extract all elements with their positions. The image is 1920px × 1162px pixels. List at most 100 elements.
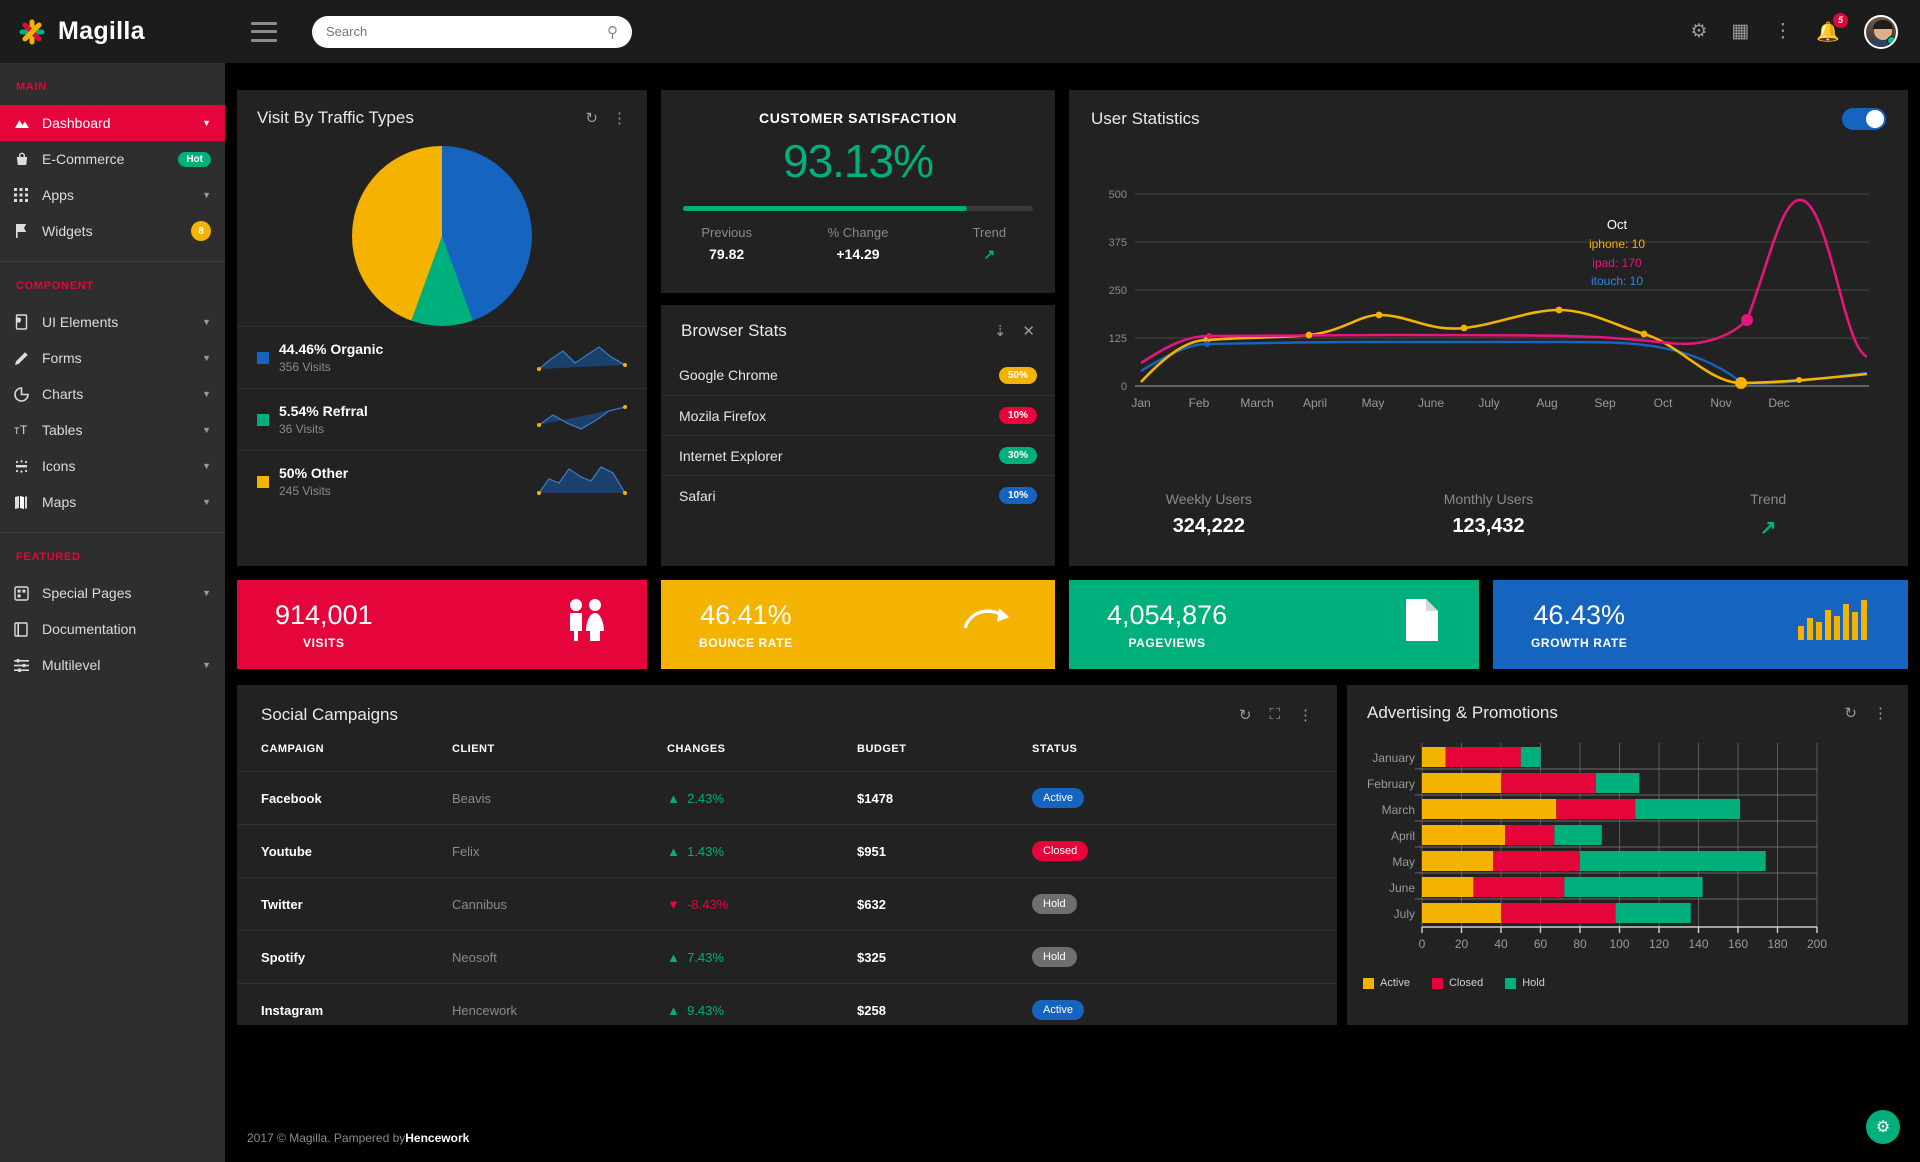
sidebar-item-documentation[interactable]: Documentation <box>0 611 225 647</box>
refresh-icon[interactable]: ↻ <box>1844 704 1857 722</box>
stat-tile-pageviews[interactable]: 4,054,876 PAGEVIEWS <box>1069 580 1479 669</box>
svg-text:160: 160 <box>1728 937 1748 951</box>
svg-text:Jan: Jan <box>1131 396 1150 410</box>
color-swatch-icon <box>1431 977 1443 989</box>
table-row[interactable]: Youtube Felix ▲ 1.43% $951 Closed <box>237 824 1337 878</box>
stat-tile-growth-rate[interactable]: 46.43% GROWTH RATE <box>1493 580 1908 669</box>
search-input[interactable] <box>326 24 607 39</box>
sidebar-item-label: E-Commerce <box>42 151 125 167</box>
pencil-icon <box>14 351 42 366</box>
sidebar-item-multilevel[interactable]: Multilevel ▼ <box>0 647 225 683</box>
sidebar-item-label: Charts <box>42 386 84 402</box>
footer-text: 2017 © Magilla. Pampered by <box>247 1131 406 1145</box>
user-statistics-card: User Statistics 500 375 250 125 0 Jan Fe… <box>1069 90 1908 566</box>
stat-label: % Change <box>827 225 889 240</box>
user-statistics-chart: 500 375 250 125 0 Jan Feb March April Ma… <box>1069 142 1908 432</box>
svg-text:0: 0 <box>1419 937 1426 951</box>
brand-name: Magilla <box>58 17 145 45</box>
tooltip-ipad: ipad: 170 <box>1592 255 1642 270</box>
svg-text:July: July <box>1394 907 1415 921</box>
svg-text:February: February <box>1367 777 1415 791</box>
badge-count: 8 <box>191 221 211 241</box>
table-row[interactable]: Spotify Neosoft ▲ 7.43% $325 Hold <box>237 930 1337 984</box>
bar-chart-icon <box>1798 600 1870 649</box>
avatar[interactable] <box>1864 14 1898 49</box>
traffic-pie-chart <box>237 128 647 326</box>
cell-campaign: Facebook <box>237 771 452 825</box>
table-row[interactable]: Twitter Cannibus ▼ -8.43% $632 Hold <box>237 877 1337 931</box>
gear-icon[interactable]: ⚙ <box>1690 20 1707 43</box>
tile-label: GROWTH RATE <box>1531 635 1628 650</box>
sidebar-item-tables[interactable]: TT Tables ▼ <box>0 412 225 448</box>
sidebar-item-maps[interactable]: Maps ▼ <box>0 484 225 520</box>
map-icon <box>14 495 42 510</box>
svg-text:June: June <box>1418 396 1444 410</box>
table-row[interactable]: Facebook Beavis ▲ 2.43% $1478 Active <box>237 771 1337 825</box>
svg-text:Nov: Nov <box>1710 396 1731 410</box>
table-row[interactable]: Instagram Hencework ▲ 9.43% $258 Active <box>237 983 1337 1036</box>
cell-budget: $632 <box>857 877 1032 931</box>
browser-row[interactable]: Internet Explorer 30% <box>661 435 1055 475</box>
sidebar-item-ecommerce[interactable]: E-Commerce Hot <box>0 141 225 177</box>
sidebar-item-charts[interactable]: Charts ▼ <box>0 376 225 412</box>
people-icon <box>561 598 609 651</box>
stat-tile-bounce-rate[interactable]: 46.41% BOUNCE RATE <box>661 580 1055 669</box>
tile-value: 46.41% <box>700 599 792 630</box>
refresh-icon[interactable]: ↻ <box>1239 706 1252 724</box>
vertical-dots-icon[interactable]: ⋮ <box>1773 20 1792 43</box>
cell-client: Hencework <box>452 983 667 1036</box>
legend-label: 50% Other <box>279 465 349 481</box>
sparkline-chart <box>537 339 627 377</box>
expand-icon[interactable]: ⛶ <box>1269 706 1280 724</box>
status-badge: Hold <box>1032 947 1077 967</box>
svg-text:60: 60 <box>1534 937 1548 951</box>
browser-row[interactable]: Mozila Firefox 10% <box>661 395 1055 435</box>
browser-percent-badge: 30% <box>998 447 1037 464</box>
book-icon <box>14 621 42 637</box>
sidebar-item-special-pages[interactable]: Special Pages ▼ <box>0 575 225 611</box>
settings-fab-button[interactable]: ⚙ <box>1866 1110 1900 1144</box>
user-statistics-toggle[interactable] <box>1842 108 1886 130</box>
grid-apps-icon[interactable]: ▦ <box>1731 20 1749 43</box>
search-icon[interactable]: ⚲ <box>607 23 618 41</box>
browser-row[interactable]: Safari 10% <box>661 475 1055 515</box>
notification-count: 5 <box>1833 12 1848 28</box>
vertical-dots-icon[interactable]: ⋮ <box>612 109 627 127</box>
sidebar-item-ui-elements[interactable]: UI Elements ▼ <box>0 304 225 340</box>
svg-text:0: 0 <box>1121 381 1127 393</box>
sidebar-item-icons[interactable]: Icons ▼ <box>0 448 225 484</box>
cell-status: Active <box>1032 771 1337 825</box>
card-title: User Statistics <box>1091 109 1200 128</box>
close-icon[interactable]: ✕ <box>1022 322 1035 340</box>
svg-text:April: April <box>1391 829 1415 843</box>
sidebar-item-forms[interactable]: Forms ▼ <box>0 340 225 376</box>
stat-tile-visits[interactable]: 914,001 VISITS <box>237 580 647 669</box>
column-header-changes: CHANGES <box>667 743 726 755</box>
legend-item-referral[interactable]: 5.54% Refrral 36 Visits <box>237 388 647 450</box>
sidebar-item-apps[interactable]: Apps ▼ <box>0 177 225 213</box>
asterisk-logo-icon <box>18 18 46 46</box>
refresh-icon[interactable]: ↻ <box>585 109 598 127</box>
sidebar-section-main: MAIN <box>16 81 47 93</box>
sidebar-item-label: Maps <box>42 494 77 510</box>
table-header-row: CAMPAIGN CLIENT CHANGES BUDGET STATUS <box>237 743 1337 772</box>
sidebar-item-widgets[interactable]: Widgets 8 <box>0 213 225 249</box>
search-box[interactable]: ⚲ <box>312 15 632 48</box>
bell-icon[interactable]: 🔔 5 <box>1816 12 1848 44</box>
hamburger-icon[interactable] <box>251 21 277 42</box>
legend-item-organic[interactable]: 44.46% Organic 356 Visits <box>237 326 647 388</box>
sidebar-item-label: Apps <box>42 187 74 203</box>
cell-campaign: Youtube <box>237 824 452 878</box>
curved-arrow-icon <box>961 602 1017 647</box>
cell-client: Beavis <box>452 771 667 825</box>
pages-icon <box>14 585 42 601</box>
sidebar-item-dashboard[interactable]: Dashboard ▼ <box>0 105 225 141</box>
chevron-down-icon: ▼ <box>202 317 211 327</box>
sidebar-section-component: COMPONENT <box>16 280 94 292</box>
vertical-dots-icon[interactable]: ⋮ <box>1298 706 1313 724</box>
brand[interactable]: Magilla <box>0 0 225 63</box>
download-icon[interactable]: ⇣ <box>994 322 1007 340</box>
legend-item-other[interactable]: 50% Other 245 Visits <box>237 450 647 512</box>
vertical-dots-icon[interactable]: ⋮ <box>1873 704 1888 722</box>
browser-row[interactable]: Google Chrome 50% <box>661 355 1055 395</box>
